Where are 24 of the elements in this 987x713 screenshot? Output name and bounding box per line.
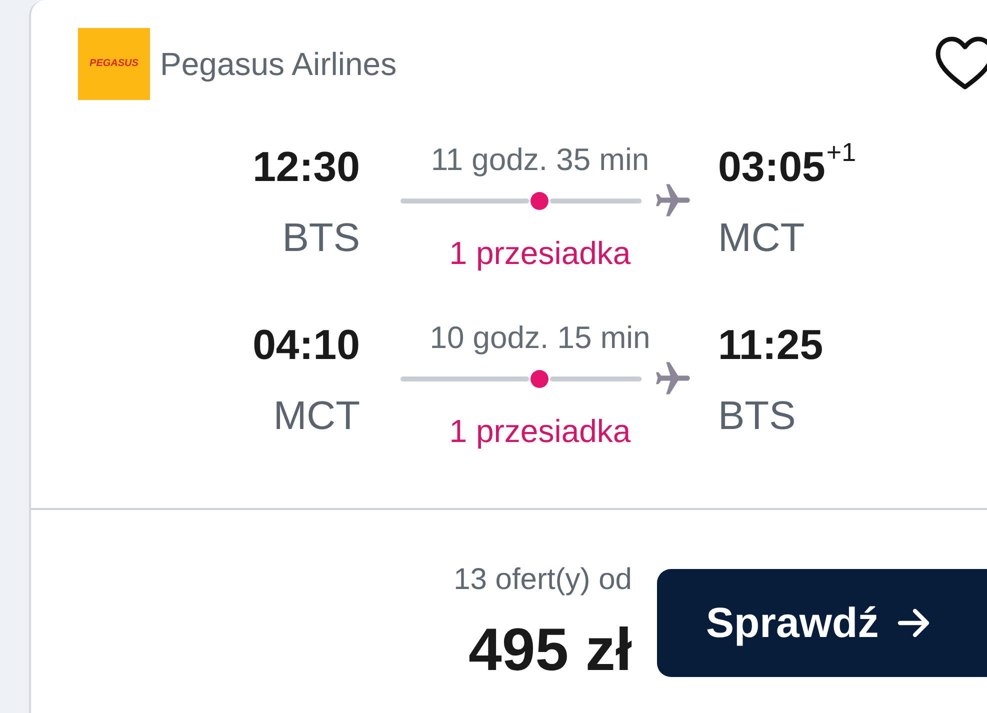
arrival-time: 03:05 [718, 143, 826, 191]
offers-count: 13 ofert(y) od [454, 562, 632, 598]
airline-name: Pegasus Airlines [160, 45, 397, 84]
price: 495 zł [468, 619, 632, 681]
stops-label: 1 przesiadka [448, 412, 632, 451]
plane-icon [656, 184, 690, 218]
arrow-right-icon [896, 607, 931, 639]
stop-dot-icon [530, 370, 548, 388]
stops-label: 1 przesiadka [448, 234, 632, 273]
stop-dot-icon [530, 192, 548, 210]
check-button[interactable]: Sprawdź [657, 569, 987, 677]
flight-duration: 11 godz. 35 min [430, 141, 650, 179]
arrival-airport: MCT [718, 215, 806, 262]
day-offset: +1 [826, 139, 856, 165]
flight-duration: 10 godz. 15 min [428, 319, 652, 357]
departure-time: 12:30 [252, 143, 360, 191]
arrival-time: 11:25 [718, 321, 824, 369]
departure-time: 04:10 [252, 321, 360, 369]
departure-airport: MCT [272, 393, 360, 440]
heart-icon[interactable] [935, 36, 987, 92]
logo-wordmark: PEGASUS [90, 58, 138, 70]
arrival-airport: BTS [718, 393, 797, 440]
plane-icon [656, 362, 690, 396]
departure-airport: BTS [281, 215, 360, 262]
